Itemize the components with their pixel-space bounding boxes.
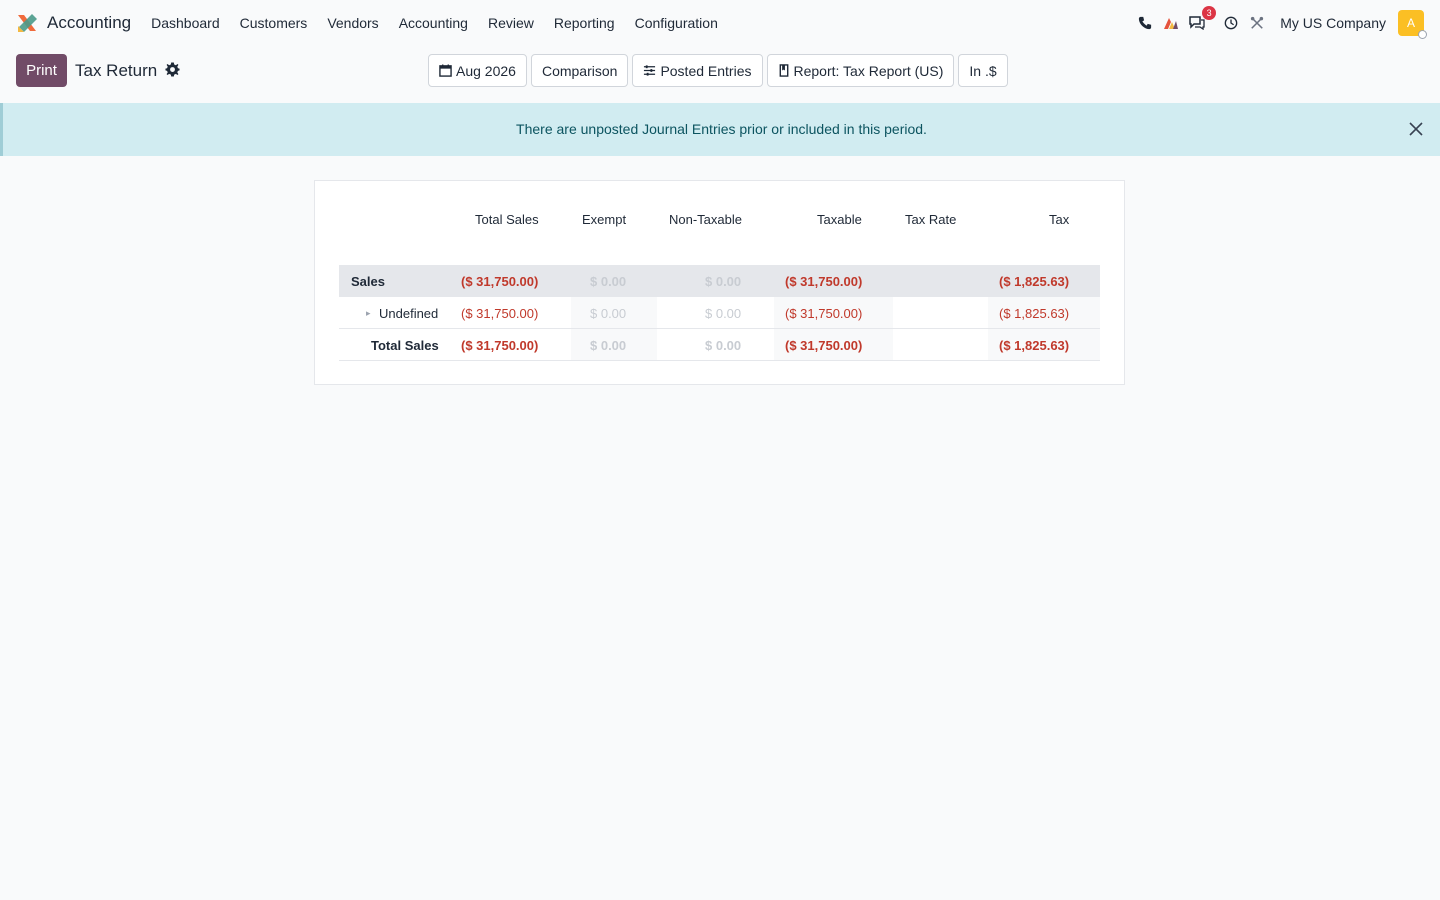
posted-entries-label: Posted Entries [660,62,752,79]
menu-dashboard[interactable]: Dashboard [141,15,230,31]
taxable-value[interactable]: ($ 31,750.00) [785,306,862,321]
header-non-taxable: Non-Taxable [669,212,742,227]
control-panel: Print Tax Return Aug 2026 Comparison Pos… [0,46,1440,102]
menu-reporting[interactable]: Reporting [544,15,625,31]
row-label: Undefined [379,306,439,321]
brand-icon[interactable] [1158,10,1184,36]
print-button[interactable]: Print [16,54,67,87]
phone-icon[interactable] [1132,10,1158,36]
tools-icon[interactable] [1244,10,1270,36]
tax-value[interactable]: ($ 1,825.63) [999,306,1069,321]
exempt-value[interactable]: $ 0.00 [590,306,626,321]
user-avatar[interactable]: A [1398,10,1427,39]
tax-value: ($ 1,825.63) [999,338,1070,353]
app-brand[interactable]: Accounting [16,12,131,34]
unposted-entries-alert: There are unposted Journal Entries prior… [0,103,1440,156]
comparison-label: Comparison [541,62,618,79]
exempt-value: $ 0.00 [590,274,627,289]
header-taxable: Taxable [817,212,862,227]
status-indicator [1418,30,1427,39]
calendar-icon [439,64,452,77]
clock-icon[interactable] [1218,10,1244,36]
currency-button[interactable]: In .$ [958,54,1008,87]
posted-entries-button[interactable]: Posted Entries [632,54,763,87]
menu-accounting[interactable]: Accounting [389,15,478,31]
menu-configuration[interactable]: Configuration [625,15,728,31]
report-variant-button[interactable]: Report: Tax Report (US) [766,54,955,87]
taxable-value: ($ 31,750.00) [785,338,863,353]
book-icon [779,64,788,77]
close-icon[interactable] [1408,121,1424,142]
non-taxable-value[interactable]: $ 0.00 [705,306,741,321]
header-exempt: Exempt [582,212,627,227]
table-row[interactable]: Sales ($ 31,750.00) $ 0.00 $ 0.00 ($ 31,… [339,265,1100,297]
header-total-sales: Total Sales [475,212,539,227]
main-menu: Dashboard Customers Vendors Accounting R… [141,15,728,31]
total-sales-value: ($ 31,750.00) [461,274,539,289]
currency-label: In .$ [969,62,997,79]
row-label: Sales [351,274,385,289]
date-filter-label: Aug 2026 [456,62,516,79]
menu-customers[interactable]: Customers [230,15,318,31]
alert-message: There are unposted Journal Entries prior… [516,121,927,137]
sliders-icon [644,65,656,76]
non-taxable-value: $ 0.00 [705,274,742,289]
taxable-value: ($ 31,750.00) [785,274,863,289]
page-title: Tax Return [75,61,158,80]
tax-report-table: Total Sales Exempt Non-Taxable Taxable T… [314,180,1125,385]
tax-value: ($ 1,825.63) [999,274,1070,289]
total-sales-value[interactable]: ($ 31,750.00) [461,306,538,321]
menu-vendors[interactable]: Vendors [317,15,388,31]
comparison-button[interactable]: Comparison [530,54,629,87]
gear-icon[interactable] [165,62,180,82]
avatar-initial: A [1406,16,1415,30]
non-taxable-value: $ 0.00 [705,338,742,353]
app-name: Accounting [47,13,132,32]
table-row[interactable]: ▸ Undefined ($ 31,750.00) $ 0.00 $ 0.00 … [339,297,1100,329]
navbar-systray: 3 My US Company A [1132,0,1427,46]
app-logo-icon [18,14,37,32]
messages-badge: 3 [1202,6,1217,20]
date-filter-button[interactable]: Aug 2026 [428,54,527,87]
total-sales-value: ($ 31,750.00) [461,338,539,353]
exempt-value: $ 0.00 [590,338,627,353]
messages-icon[interactable]: 3 [1184,6,1217,36]
table-row: Total Sales ($ 31,750.00) $ 0.00 $ 0.00 … [339,329,1100,361]
top-navbar: Accounting Dashboard Customers Vendors A… [0,0,1440,46]
header-tax-rate: Tax Rate [905,212,957,227]
company-switcher[interactable]: My US Company [1280,15,1386,31]
header-tax: Tax [1049,212,1070,227]
row-label: Total Sales [371,338,439,353]
menu-review[interactable]: Review [478,15,544,31]
report-filters: Aug 2026 Comparison Posted Entries Repor… [428,54,1012,87]
caret-right-icon[interactable]: ▸ [366,308,371,319]
report-variant-label: Report: Tax Report (US) [793,62,944,79]
